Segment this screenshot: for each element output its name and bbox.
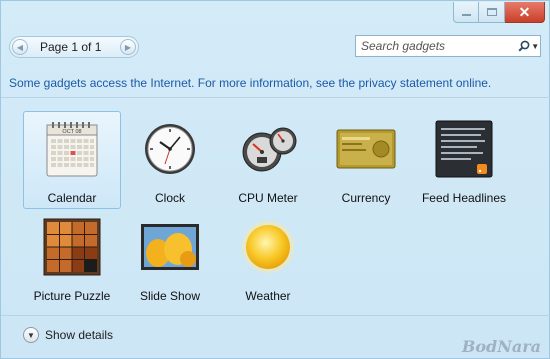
chevron-right-icon: ▶	[124, 42, 132, 52]
divider	[1, 315, 550, 316]
gadget-label: Slide Show	[139, 289, 201, 303]
gadget-tile-slide-show[interactable]: Slide Show	[121, 209, 219, 307]
maximize-icon	[486, 8, 497, 16]
toolbar: ◀ Page 1 of 1 ▶ ▼	[9, 35, 543, 59]
gadget-label: CPU Meter	[238, 191, 298, 205]
expand-button[interactable]: ▼	[23, 327, 39, 343]
search-box: ▼	[355, 35, 541, 57]
page-navigator: ◀ Page 1 of 1 ▶	[9, 36, 139, 58]
maximize-button[interactable]	[479, 2, 505, 23]
weather-icon	[242, 221, 294, 273]
gadget-label: Feed Headlines	[421, 191, 507, 205]
title-bar: ✕	[1, 1, 550, 29]
currency-icon	[336, 129, 396, 169]
cpu-meter-icon	[242, 127, 297, 172]
show-details-toggle[interactable]: ▼ Show details	[23, 327, 113, 343]
gadget-label: Picture Puzzle	[33, 289, 111, 303]
calendar-icon: OCT 08	[46, 122, 98, 177]
divider	[1, 97, 550, 98]
chevron-down-icon: ▼	[27, 330, 35, 340]
close-icon: ✕	[518, 4, 531, 20]
minimize-icon	[461, 14, 471, 16]
close-button[interactable]: ✕	[505, 2, 545, 23]
gadget-tile-feed-headlines[interactable]: Feed Headlines	[415, 111, 513, 209]
search-options-button[interactable]: ▼	[530, 37, 540, 55]
search-input[interactable]	[356, 39, 518, 53]
previous-page-button[interactable]: ◀	[12, 39, 28, 55]
gadget-gallery: OCT 08 Calendar Clock CPU Meter Currency…	[21, 109, 531, 309]
chevron-left-icon: ◀	[16, 42, 24, 52]
feed-headlines-icon	[435, 120, 493, 178]
watermark: BodNara	[461, 337, 541, 356]
gadget-label: Clock	[154, 191, 185, 205]
next-page-button[interactable]: ▶	[120, 39, 136, 55]
gadget-tile-calendar[interactable]: OCT 08 Calendar	[23, 111, 121, 209]
slide-show-icon	[141, 224, 199, 270]
search-icon	[518, 40, 530, 52]
minimize-button[interactable]	[453, 2, 479, 23]
gadget-tile-clock[interactable]: Clock	[121, 111, 219, 209]
clock-icon	[145, 124, 195, 174]
gadget-tile-weather[interactable]: Weather	[219, 209, 317, 307]
search-button[interactable]	[518, 37, 530, 55]
svg-text:OCT 08: OCT 08	[62, 129, 81, 135]
gadget-label: Weather	[245, 289, 291, 303]
gadget-tile-picture-puzzle[interactable]: Picture Puzzle	[23, 209, 121, 307]
show-details-label: Show details	[45, 328, 114, 342]
page-label: Page 1 of 1	[40, 40, 102, 54]
gadget-tile-cpu-meter[interactable]: CPU Meter	[219, 111, 317, 209]
chevron-down-icon: ▼	[531, 41, 540, 51]
gadget-label: Calendar	[47, 191, 97, 205]
gadget-tile-currency[interactable]: Currency	[317, 111, 415, 209]
privacy-notice-link[interactable]: Some gadgets access the Internet. For mo…	[9, 76, 491, 90]
gadgets-window: ✕ ◀ Page 1 of 1 ▶ ▼ Some gad	[0, 0, 550, 359]
gadget-label: Currency	[341, 191, 391, 205]
picture-puzzle-icon	[43, 218, 101, 276]
